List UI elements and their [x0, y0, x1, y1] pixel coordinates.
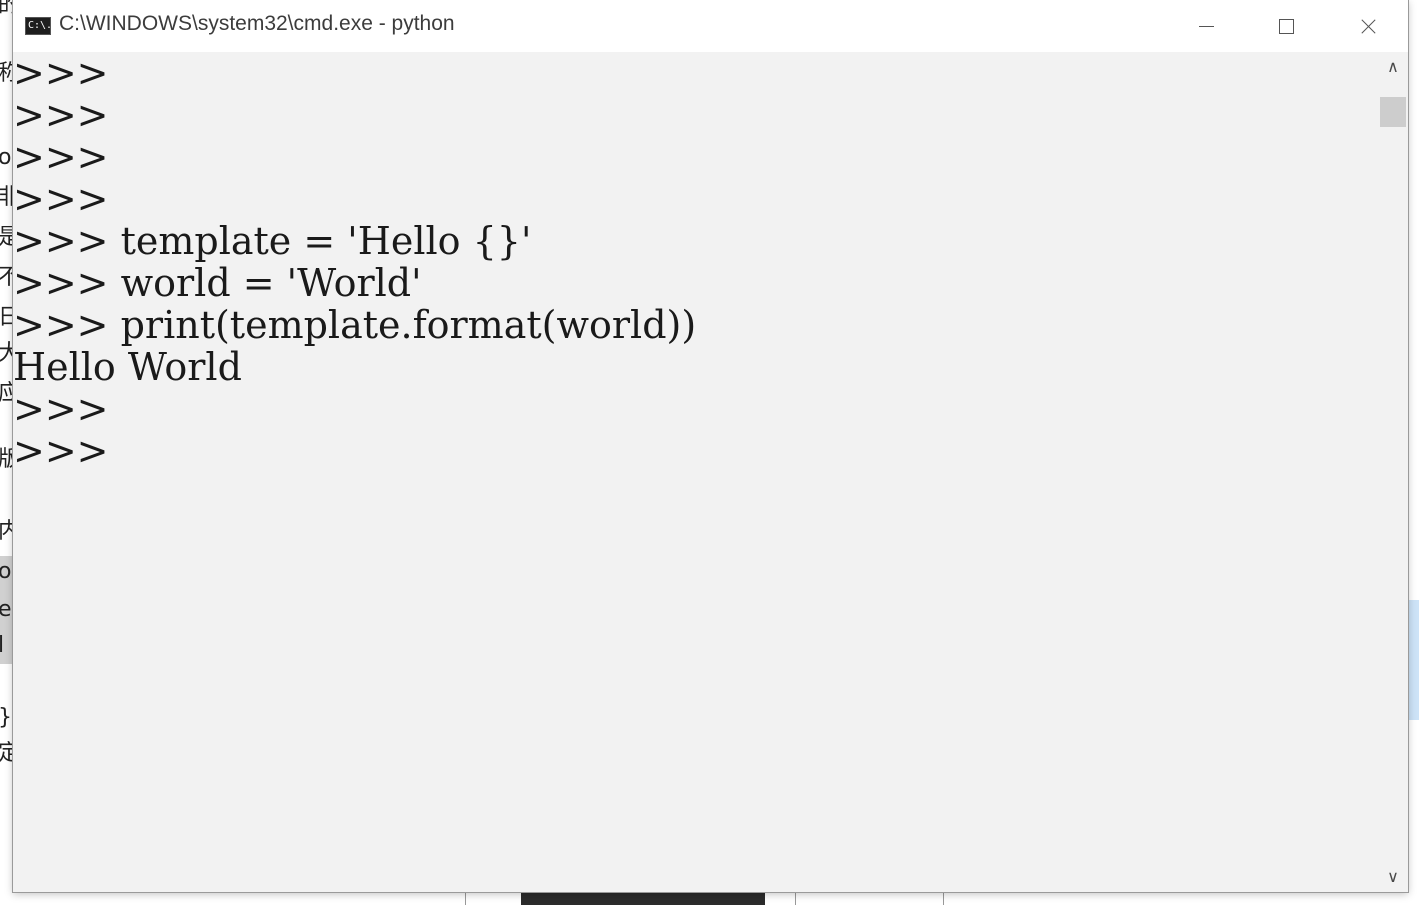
console-line: >>>: [13, 177, 109, 221]
scroll-down-icon[interactable]: ∨: [1378, 862, 1408, 892]
background-glyph: o: [0, 559, 12, 584]
background-glyph: }: [0, 706, 14, 730]
close-button[interactable]: [1326, 0, 1406, 52]
background-glyph: 大: [0, 341, 14, 366]
scroll-thumb[interactable]: [1380, 97, 1406, 127]
maximize-button[interactable]: [1246, 0, 1326, 52]
background-glyph: 称: [0, 61, 14, 86]
console-line: >>>: [13, 429, 109, 473]
console-line: >>> template = 'Hello {}': [13, 219, 532, 263]
minimize-button[interactable]: [1166, 0, 1246, 52]
background-glyph: 非: [0, 185, 14, 210]
background-glyph: 的: [0, 0, 14, 18]
background-glyph: 日: [0, 305, 14, 330]
background-separator: [943, 892, 944, 905]
background-dark-panel: [521, 892, 765, 905]
background-glyph: 定: [0, 741, 14, 766]
background-glyph: 版: [0, 447, 14, 472]
background-separator: [795, 892, 796, 905]
title-bar[interactable]: C:\. C:\WINDOWS\system32\cmd.exe - pytho…: [13, 0, 1408, 52]
background-glyph: 是: [0, 225, 14, 250]
console-line: >>>: [13, 387, 109, 431]
background-taskbar-sliver: [0, 892, 1419, 905]
background-glyph: e: [0, 597, 12, 622]
background-glyph: 不: [0, 265, 14, 290]
window-title: C:\WINDOWS\system32\cmd.exe - python: [59, 12, 455, 35]
console-output[interactable]: >>> >>> >>> >>> >>> template = 'Hello {}…: [13, 52, 1378, 892]
background-separator: [465, 892, 466, 905]
console-line: >>> print(template.format(world)): [13, 303, 697, 347]
console-line: Hello World: [13, 345, 242, 389]
background-right-sliver: [1408, 0, 1419, 905]
background-glyph: o: [0, 145, 12, 170]
background-editor-sliver: 的 称 o 非 是 不 日 大 应 版 内 o e l } 定: [0, 0, 14, 905]
console-line: >>> world = 'World': [13, 261, 422, 305]
cmd-icon[interactable]: C:\.: [25, 17, 51, 35]
console-line: >>>: [13, 93, 109, 137]
background-glyph: 内: [0, 519, 14, 544]
console-line: >>>: [13, 52, 109, 95]
background-glyph: 应: [0, 381, 14, 406]
vertical-scrollbar[interactable]: ∧ ∨: [1378, 52, 1408, 892]
scroll-up-icon[interactable]: ∧: [1378, 52, 1408, 82]
background-glyph: l: [0, 633, 5, 658]
background-highlight: [1408, 600, 1419, 720]
console-line: >>>: [13, 135, 109, 179]
cmd-window[interactable]: C:\. C:\WINDOWS\system32\cmd.exe - pytho…: [13, 0, 1408, 892]
